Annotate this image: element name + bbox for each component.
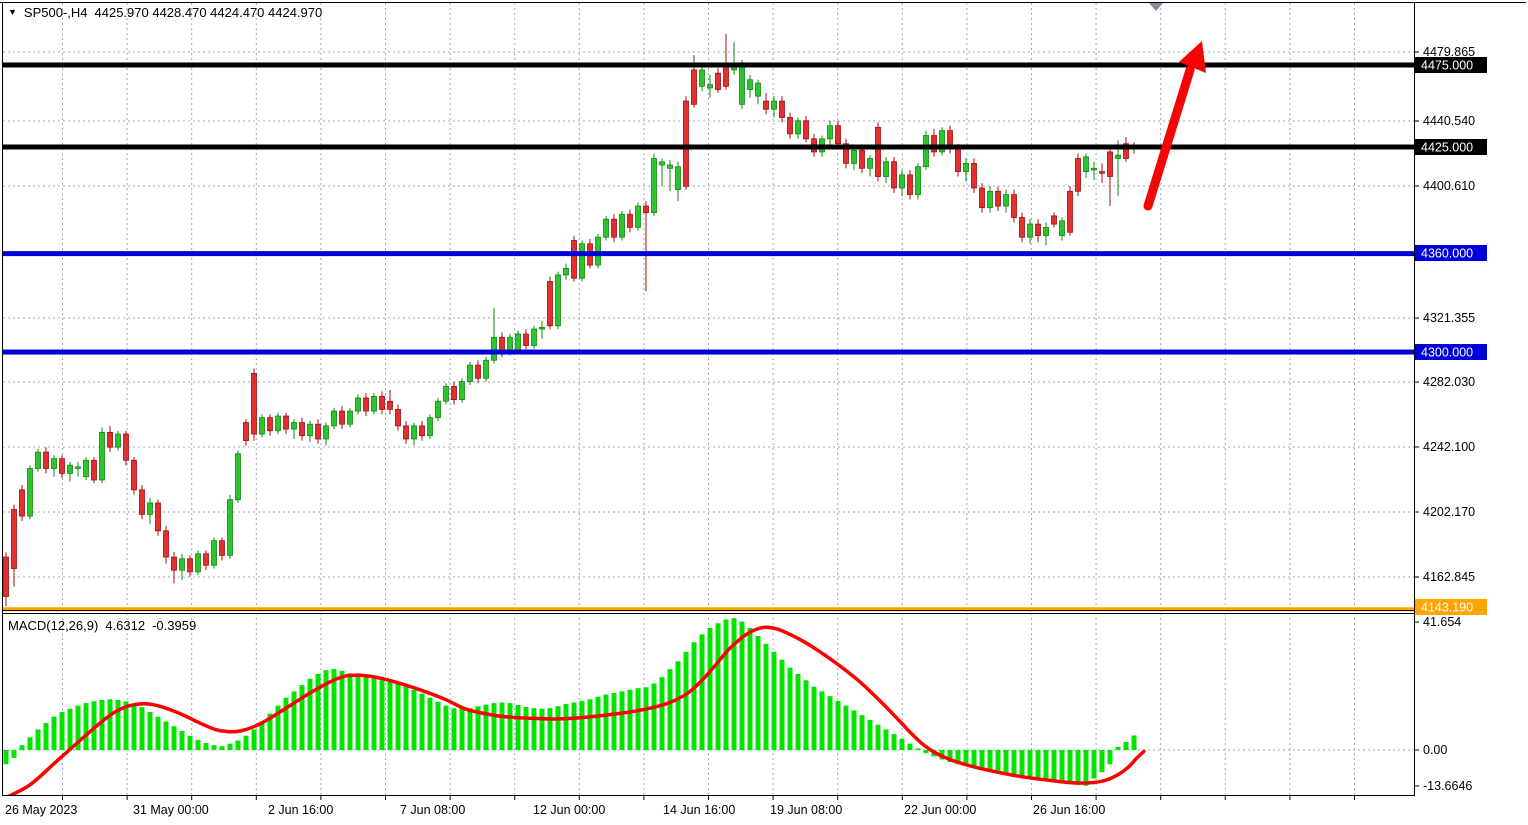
level-line-4360[interactable] [3,251,1414,256]
price-line-badge-label: 4425.000 [1421,141,1473,155]
level-line-4300[interactable] [3,350,1414,355]
price-line-badge-label: 4360.000 [1421,247,1473,261]
collapse-triangle-icon[interactable]: ▼ [8,8,17,17]
time-tick-label: 2 Jun 16:00 [268,803,333,817]
price-tick-label: 4242.100 [1423,440,1475,454]
price-tick-label: 4400.610 [1423,179,1475,193]
macd-main-value: 4.6312 [105,618,145,633]
time-axis[interactable]: 26 May 2023 31 May 00:00 2 Jun 16:00 7 Jun … [5,796,1355,817]
macd-scale-label: 0.00 [1423,743,1447,757]
chart-title: ▼ SP500-,H4 4425.970 4428.470 4424.470 4… [8,5,322,20]
price-line-badge-label: 4143.190 [1421,601,1473,615]
time-tick-label: 22 Jun 00:00 [904,803,976,817]
price-tick-label: 4479.865 [1423,45,1475,59]
time-tick-label: 19 Jun 08:00 [770,803,842,817]
price-tick-label: 4202.170 [1423,505,1475,519]
price-tick-label: 4162.845 [1423,570,1475,584]
price-tick-label: 4321.355 [1423,311,1475,325]
chart-canvas[interactable]: 4479.865 4440.540 4400.610 4321.355 4282.030… [0,0,1528,825]
time-tick-label: 26 May 2023 [5,803,77,817]
time-tick-label: 14 Jun 16:00 [663,803,735,817]
symbol-timeframe-label: SP500-,H4 [24,5,88,20]
time-tick-label: 12 Jun 00:00 [533,803,605,817]
macd-signal-value: -0.3959 [152,618,196,633]
price-tick-label: 4282.030 [1423,375,1475,389]
price-line-badge-label: 4300.000 [1421,346,1473,360]
time-tick-label: 31 May 00:00 [133,803,209,817]
price-line-badge-label: 4475.000 [1421,59,1473,73]
time-tick-label: 26 Jun 16:00 [1033,803,1105,817]
price-axis[interactable]: 4479.865 4440.540 4400.610 4321.355 4282.030… [1414,45,1487,793]
ohlc-values: 4425.970 4428.470 4424.470 4424.970 [95,5,323,20]
price-tick-label: 4440.540 [1423,114,1475,128]
chart-window: 4479.865 4440.540 4400.610 4321.355 4282.030… [0,0,1528,825]
time-tick-label: 7 Jun 08:00 [400,803,465,817]
macd-scale-label: 41.654 [1423,615,1461,629]
macd-scale-label: -13.6646 [1423,779,1472,793]
macd-indicator-label: MACD(12,26,9) 4.6312 -0.3959 [8,618,196,633]
level-line-4425[interactable] [3,144,1414,149]
macd-name: MACD(12,26,9) [8,618,98,633]
